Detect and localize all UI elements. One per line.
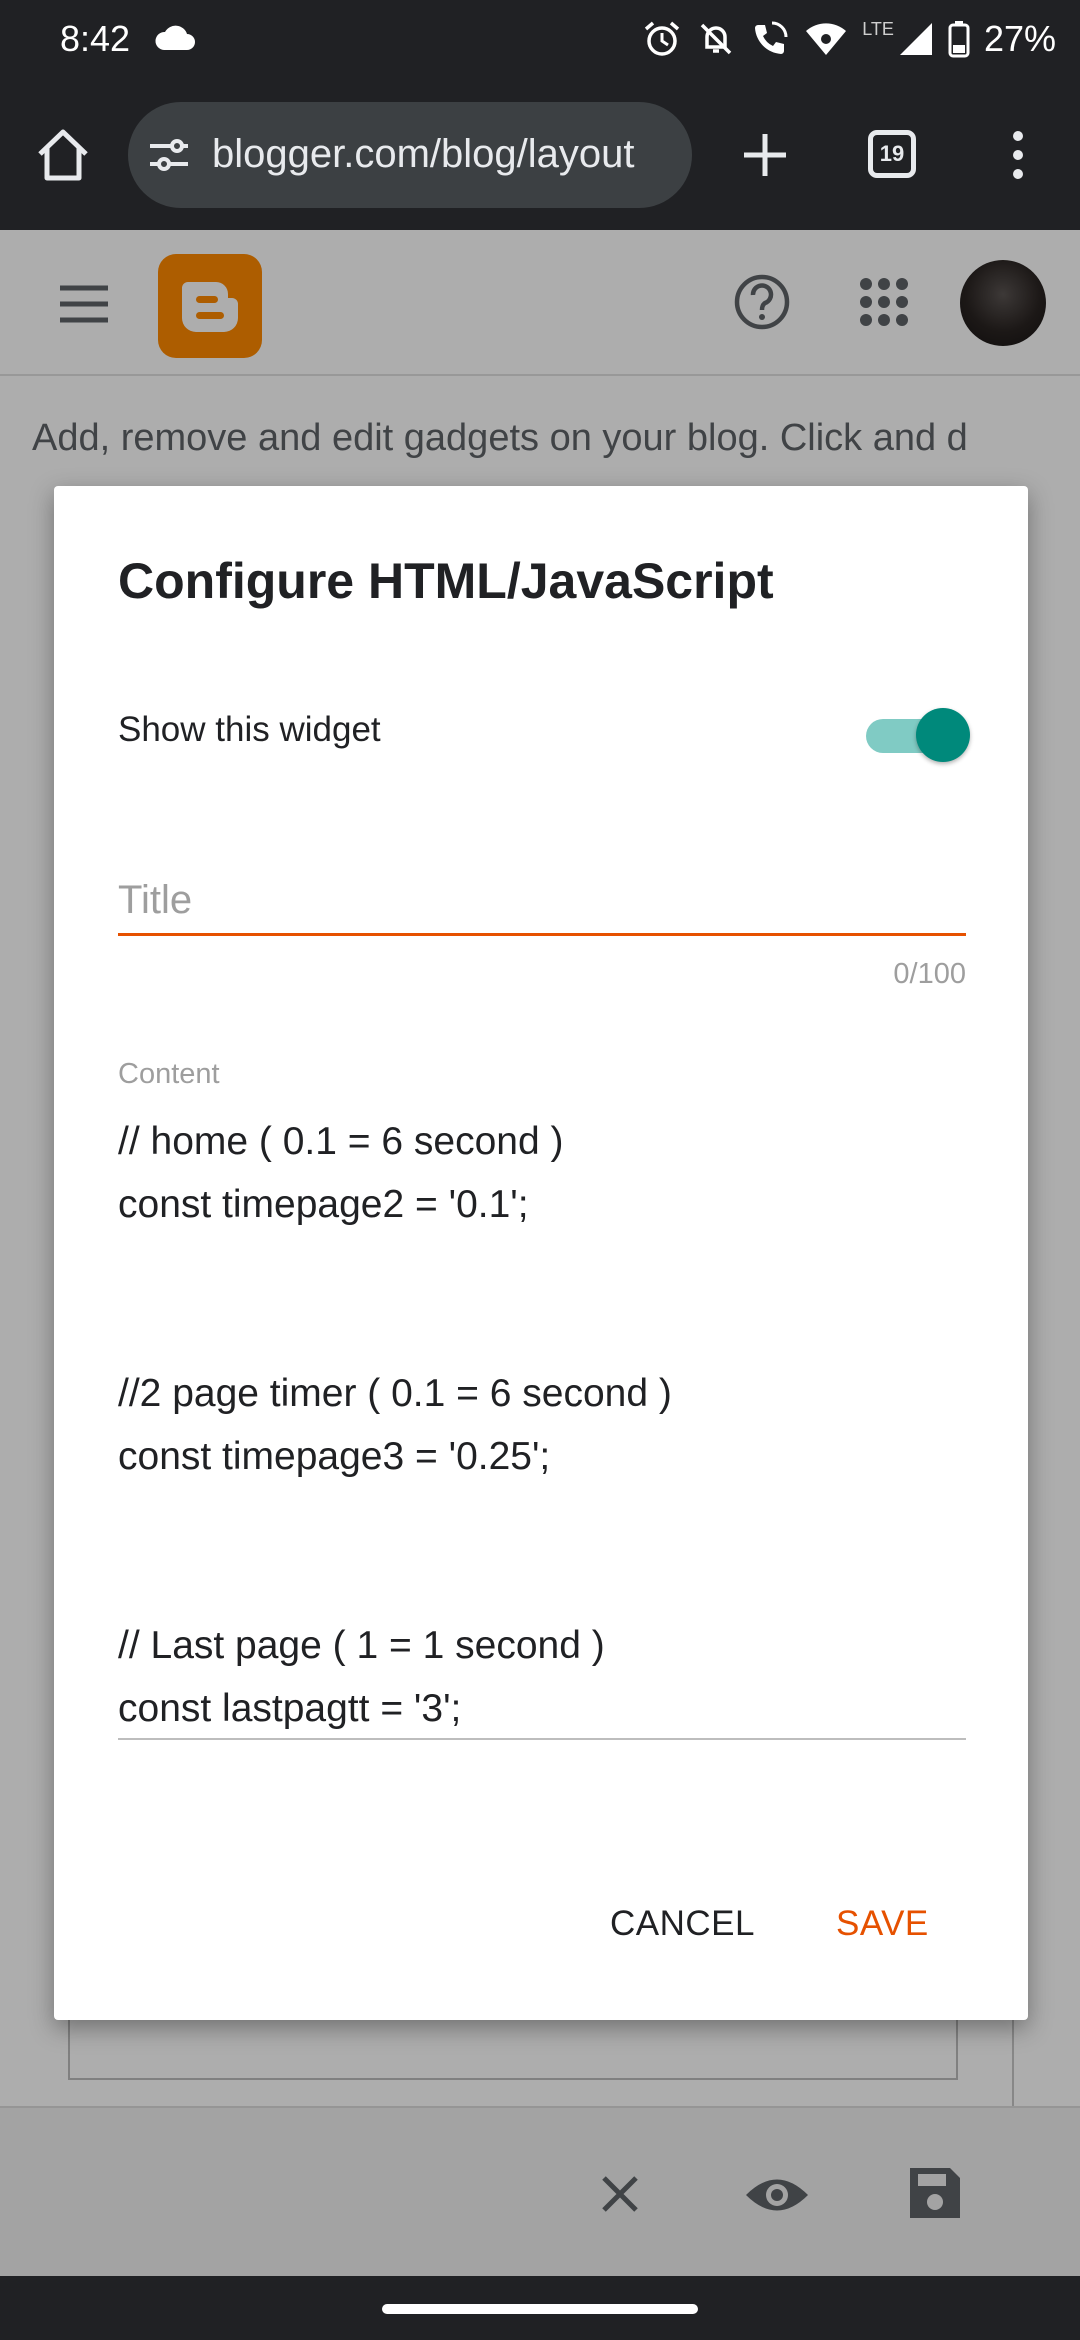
title-char-counter: 0/100 — [893, 958, 966, 990]
network-type: LTE — [862, 18, 894, 39]
wifi-calling-icon — [750, 19, 790, 59]
new-tab-icon[interactable] — [732, 122, 798, 188]
toggle-thumb — [916, 708, 970, 762]
content-textarea[interactable]: // home ( 0.1 = 6 second ) const timepag… — [118, 1110, 966, 1740]
notifications-off-icon — [696, 19, 736, 59]
show-widget-label: Show this widget — [118, 710, 381, 749]
wifi-icon — [804, 19, 848, 59]
tab-switcher-icon[interactable]: 19 — [868, 130, 916, 178]
battery-percent: 27% — [983, 18, 1056, 59]
dialog-title: Configure HTML/JavaScript — [118, 553, 774, 609]
home-icon[interactable] — [30, 122, 96, 188]
status-bar: 8:42 LTE 27% — [0, 0, 1080, 80]
gesture-handle[interactable] — [382, 2304, 698, 2314]
content-label: Content — [118, 1058, 220, 1090]
alarm-icon — [642, 19, 682, 59]
browser-toolbar: blogger.com/blog/layout 19 — [0, 80, 1080, 230]
signal-icon — [898, 21, 934, 57]
screen: 8:42 LTE 27% blogger.com/blog/layout 19 … — [0, 0, 1080, 2340]
battery-icon — [948, 20, 970, 58]
cloud-icon — [154, 22, 196, 57]
tab-count: 19 — [879, 141, 905, 166]
show-widget-toggle[interactable] — [866, 704, 970, 764]
configure-dialog: Configure HTML/JavaScript Show this widg… — [54, 486, 1028, 2020]
more-vert-icon[interactable] — [996, 122, 1040, 188]
cancel-button[interactable]: CANCEL — [610, 1904, 755, 1944]
save-button[interactable]: SAVE — [836, 1904, 929, 1944]
url-bar[interactable]: blogger.com/blog/layout — [128, 102, 692, 208]
url-text[interactable]: blogger.com/blog/layout — [212, 132, 635, 177]
system-nav-bar — [0, 2276, 1080, 2340]
tune-icon[interactable] — [146, 132, 192, 183]
title-input[interactable] — [118, 868, 966, 936]
status-time: 8:42 — [60, 18, 131, 59]
status-icons: LTE 27% — [642, 18, 1056, 60]
